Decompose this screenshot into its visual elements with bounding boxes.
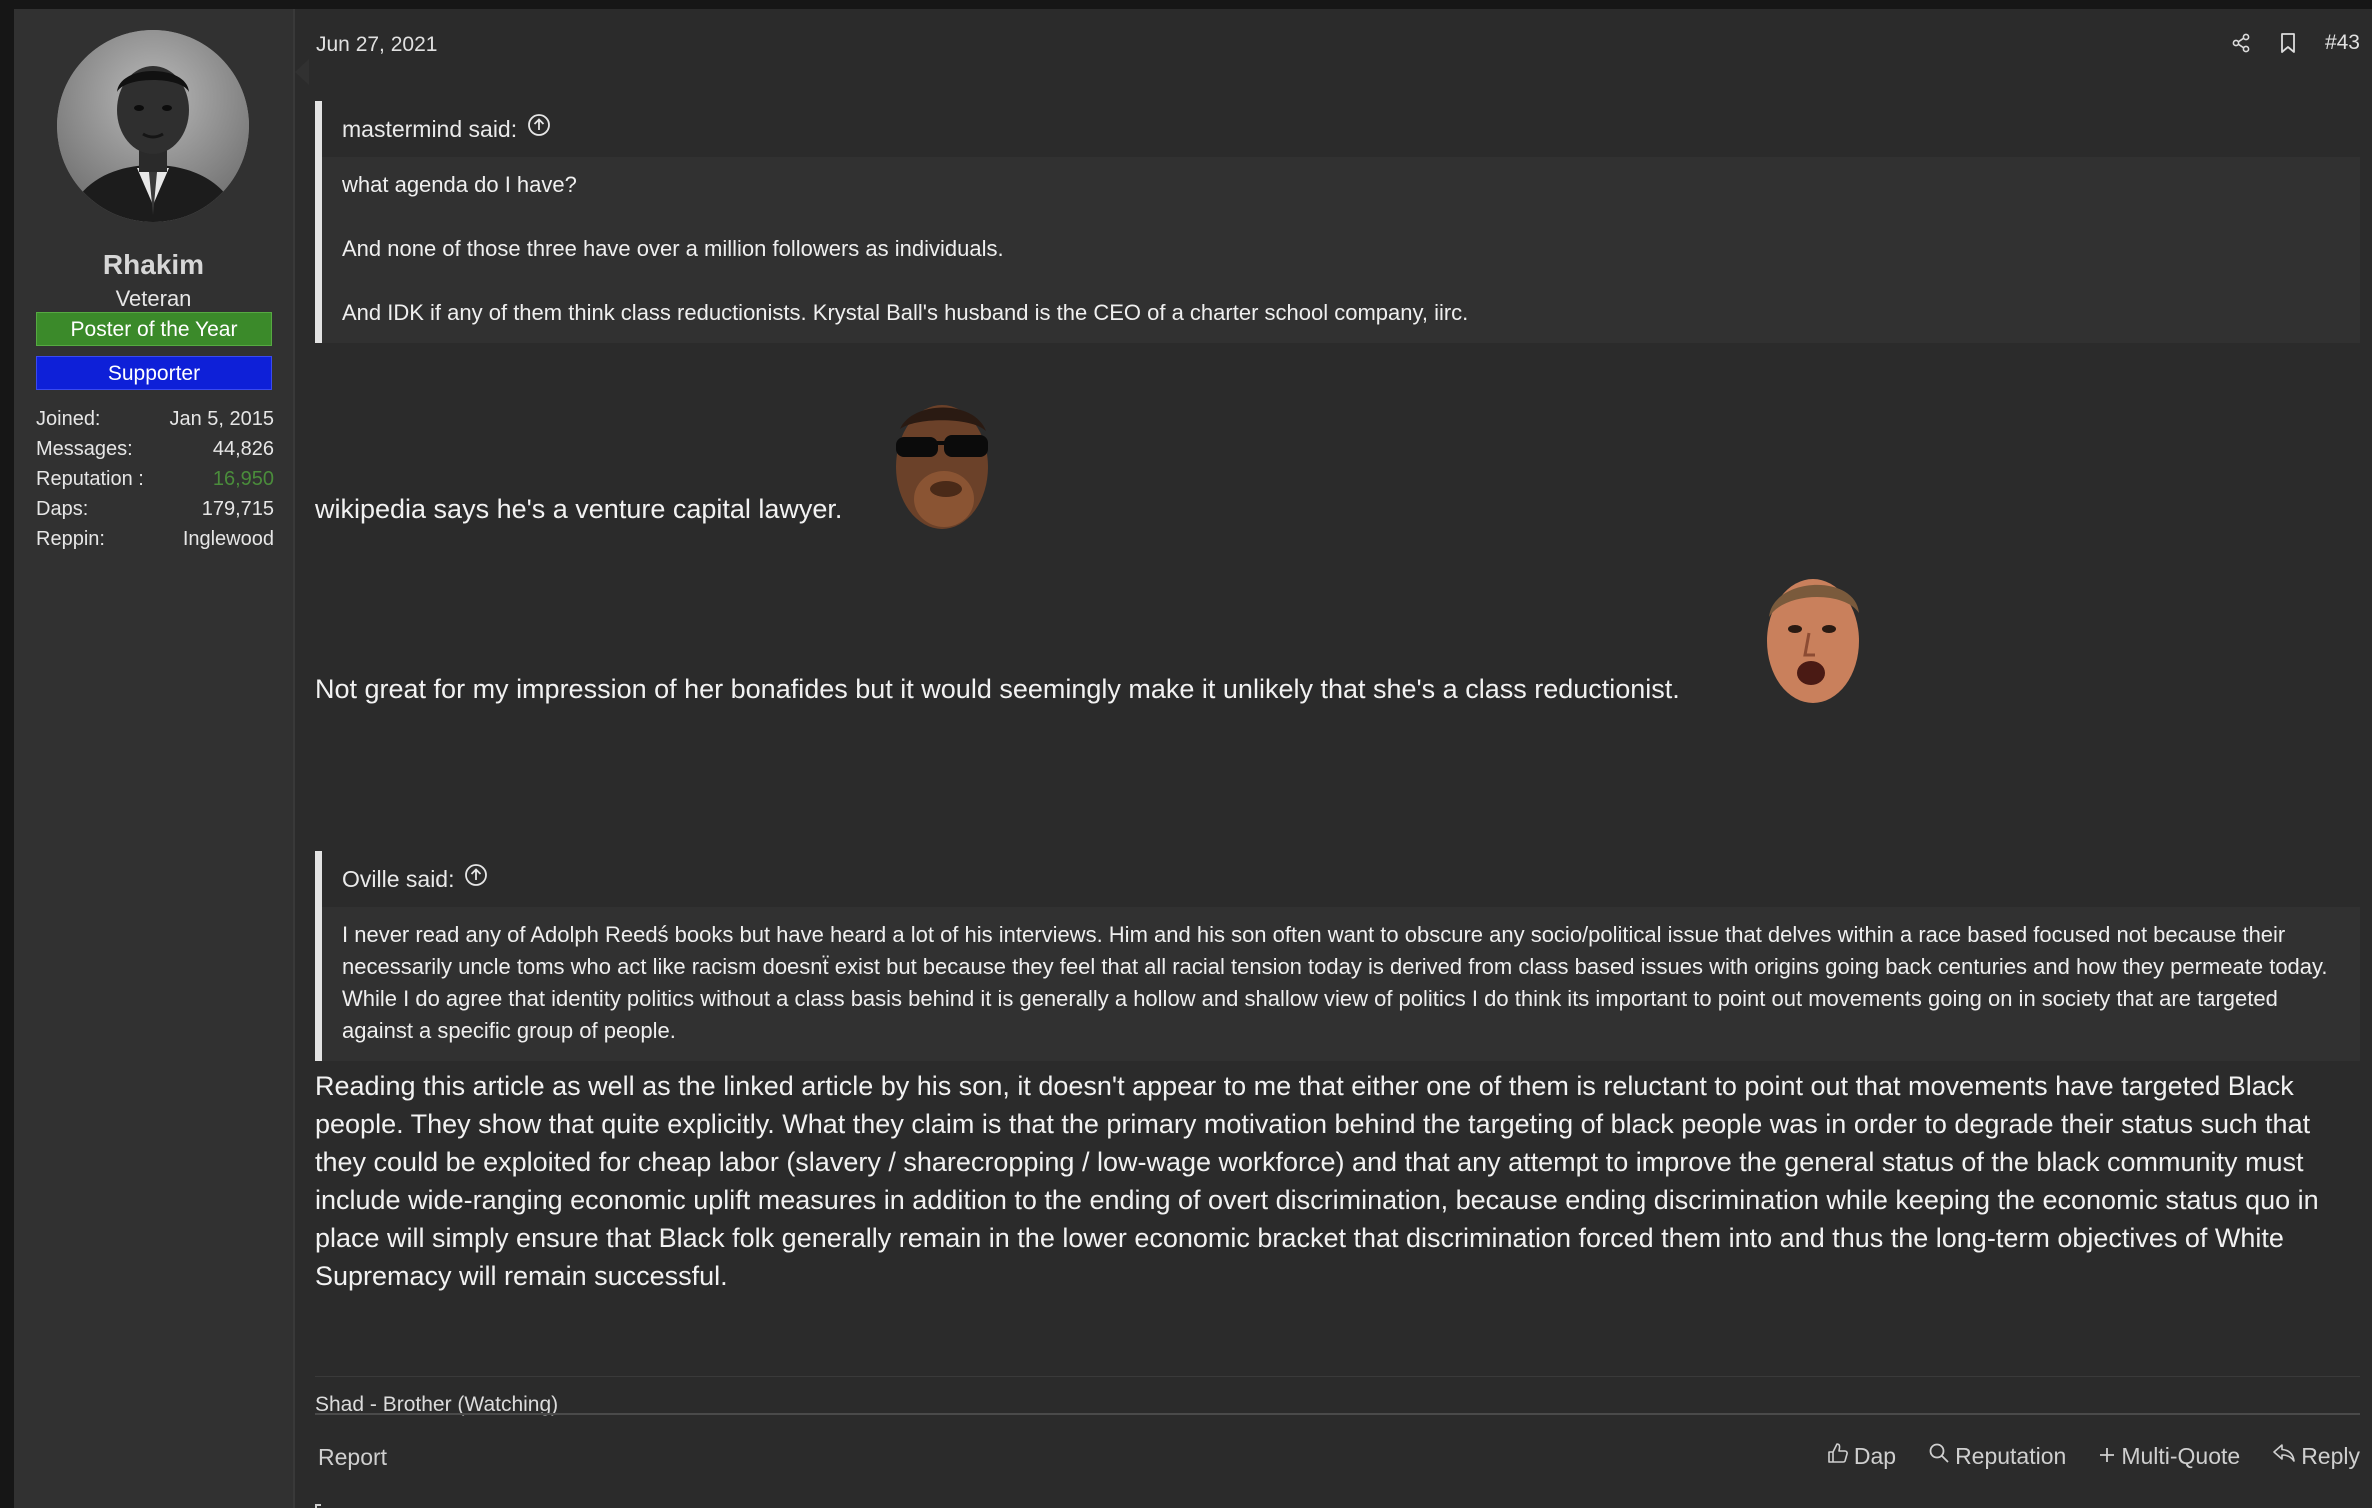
message-text-line: Not great for my impression of her bonaf… xyxy=(315,674,1680,704)
reply-button[interactable]: Reply xyxy=(2272,1442,2360,1470)
banner-supporter: Supporter xyxy=(36,356,272,390)
thumbs-up-icon xyxy=(1827,1442,1849,1470)
stat-value: Jan 5, 2015 xyxy=(169,408,274,430)
stat-label: Reputation : xyxy=(36,468,144,490)
plus-icon xyxy=(2098,1443,2116,1470)
bookmark-icon[interactable] xyxy=(2279,32,2297,54)
signature-divider xyxy=(315,1376,2360,1377)
quote-text: I never read any of Adolph Reedś books b… xyxy=(342,922,2328,1043)
stat-value[interactable]: 44,826 xyxy=(213,434,274,464)
quote-body: what agenda do I have? And none of those… xyxy=(322,157,2360,343)
quote-line: what agenda do I have? xyxy=(342,172,577,197)
quote-line: And IDK if any of them think class reduc… xyxy=(342,300,1469,325)
stat-reppin: Reppin: Inglewood xyxy=(36,524,274,554)
quote-author[interactable]: mastermind said: xyxy=(342,101,517,157)
message-text-line: wikipedia says he's a venture capital la… xyxy=(315,494,843,524)
post-date[interactable]: Jun 27, 2021 xyxy=(316,33,437,57)
footer-divider xyxy=(315,1413,2360,1415)
message-main: Jun 27, 2021 #43 mastermind said: what a… xyxy=(315,9,2360,1508)
share-icon[interactable] xyxy=(2231,33,2251,53)
dap-button[interactable]: Dap xyxy=(1827,1442,1896,1470)
username[interactable]: Rhakim xyxy=(14,249,293,281)
stat-joined: Joined: Jan 5, 2015 xyxy=(36,404,274,434)
dap-label: Dap xyxy=(1853,1442,1897,1469)
quote-header[interactable]: mastermind said: xyxy=(322,101,2360,157)
surprised-face-smiley xyxy=(1759,567,1867,712)
stat-label: Messages: xyxy=(36,438,133,460)
multi-quote-button[interactable]: Multi-Quote xyxy=(2098,1442,2240,1470)
stat-reputation: Reputation : 16,950 xyxy=(36,464,274,494)
post-top-actions: #43 xyxy=(2231,31,2360,55)
post-footer-actions: Dap Reputation Multi-Quote Reply xyxy=(1827,1442,2360,1470)
stat-value: 16,950 xyxy=(212,468,274,490)
stat-value: 179,715 xyxy=(201,498,274,520)
message-paragraph: Reading this article as well as the link… xyxy=(315,1071,2319,1291)
sunglasses-face-smiley xyxy=(882,389,1000,544)
quote-block: Oville said: I never read any of Adolph … xyxy=(315,851,2360,1061)
reputation-label: Reputation xyxy=(1955,1442,2067,1469)
sidebar-arrow xyxy=(295,59,309,85)
user-title: Veteran xyxy=(115,286,192,311)
arrow-up-circle-icon[interactable] xyxy=(527,101,551,157)
banner-poster-of-the-year: Poster of the Year xyxy=(36,312,272,346)
quote-line: And none of those three have over a mill… xyxy=(342,236,1004,261)
quote-block: mastermind said: what agenda do I have? … xyxy=(315,101,2360,343)
quote-body: I never read any of Adolph Reedś books b… xyxy=(322,907,2360,1061)
next-post-edge xyxy=(315,1504,321,1508)
arrow-up-circle-icon[interactable] xyxy=(464,851,488,907)
user-stats: Joined: Jan 5, 2015 Messages: 44,826 Rep… xyxy=(36,404,274,554)
stat-value: Inglewood xyxy=(182,528,274,550)
avatar[interactable] xyxy=(57,30,249,222)
message-post: Rhakim Veteran Poster of the Year Suppor… xyxy=(14,9,2372,1508)
post-number[interactable]: #43 xyxy=(2325,31,2360,55)
user-panel: Rhakim Veteran Poster of the Year Suppor… xyxy=(14,9,295,1508)
quote-header[interactable]: Oville said: xyxy=(322,851,2360,907)
stat-label: Joined: xyxy=(36,408,101,430)
reputation-button[interactable]: Reputation xyxy=(1928,1442,2066,1470)
stat-daps: Daps: 179,715 xyxy=(36,494,274,524)
quote-author[interactable]: Oville said: xyxy=(342,851,454,907)
multi-quote-label: Multi-Quote xyxy=(2121,1442,2241,1469)
reply-icon xyxy=(2272,1442,2296,1470)
stat-messages: Messages: 44,826 xyxy=(36,434,274,464)
stat-label: Daps: xyxy=(36,498,89,520)
stat-label: Reppin: xyxy=(36,528,105,550)
report-link[interactable]: Report xyxy=(318,1444,387,1471)
search-icon xyxy=(1928,1442,1950,1470)
reply-label: Reply xyxy=(2301,1442,2360,1469)
